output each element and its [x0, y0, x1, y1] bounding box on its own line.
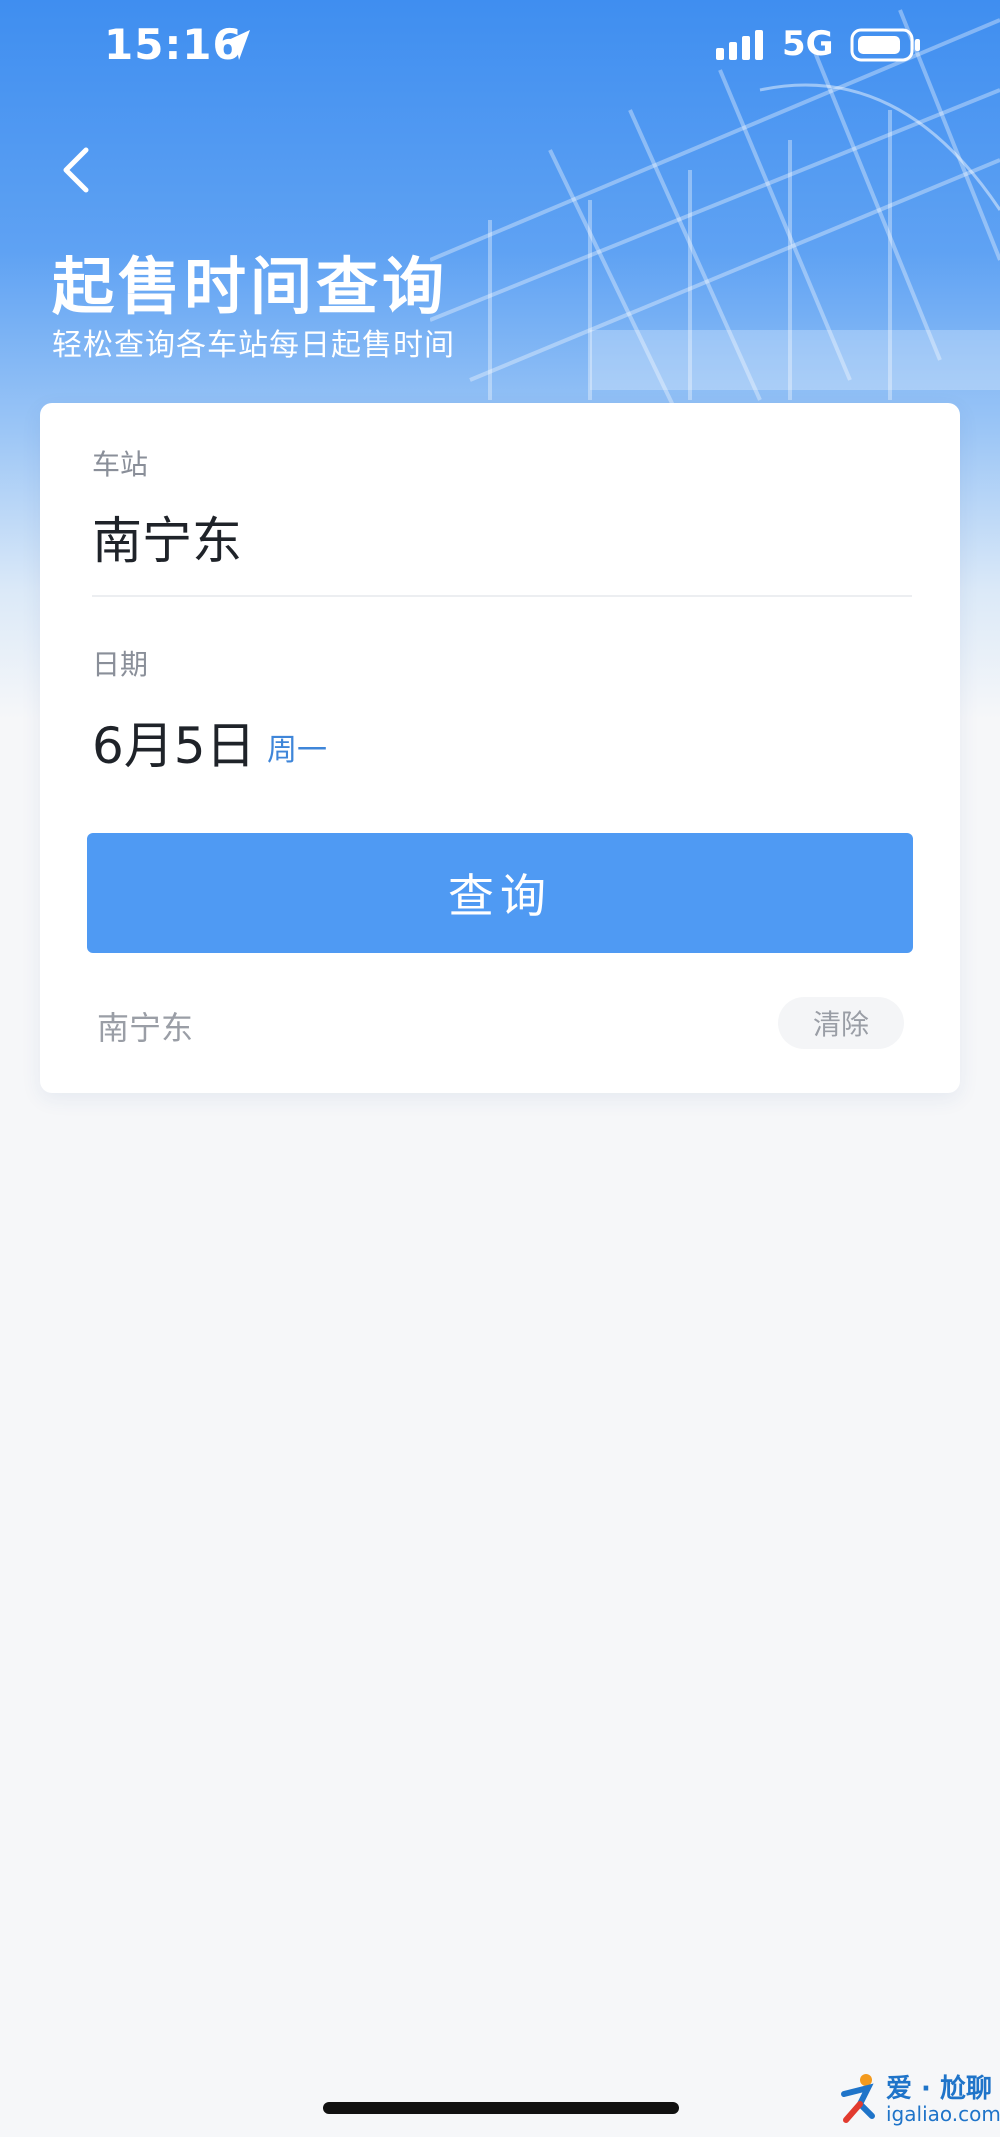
date-label: 日期 [92, 648, 149, 681]
date-field[interactable]: 6月5日 [92, 706, 256, 778]
status-bar: 15:16 5G [0, 0, 1000, 92]
back-button[interactable] [50, 140, 110, 200]
weekday-label: 周一 [267, 733, 327, 768]
signal-bars-icon [716, 30, 763, 60]
home-indicator[interactable] [323, 2102, 679, 2114]
divider [92, 595, 912, 597]
history-item[interactable]: 南宁东 [97, 1003, 193, 1049]
page-title: 起售时间查询 [52, 250, 449, 323]
watermark-logo: 爱 · 尬聊 igaliao.com [838, 2068, 1000, 2132]
query-button[interactable]: 查询 [87, 833, 913, 953]
station-label: 车站 [92, 448, 149, 481]
station-field[interactable]: 南宁东 [92, 501, 242, 573]
battery-icon [850, 28, 920, 62]
query-card: 车站 南宁东 日期 6月5日 周一 查询 南宁东 清除 [40, 403, 960, 1093]
watermark-domain: igaliao.com [886, 2102, 1000, 2126]
chevron-left-icon [63, 147, 89, 193]
location-arrow-icon [224, 30, 250, 60]
page-subtitle: 轻松查询各车站每日起售时间 [52, 328, 455, 363]
watermark-text: 爱 · 尬聊 [886, 2074, 992, 2104]
clear-history-button[interactable]: 清除 [778, 997, 904, 1049]
runner-icon [841, 2074, 875, 2123]
network-type: 5G [782, 24, 834, 64]
